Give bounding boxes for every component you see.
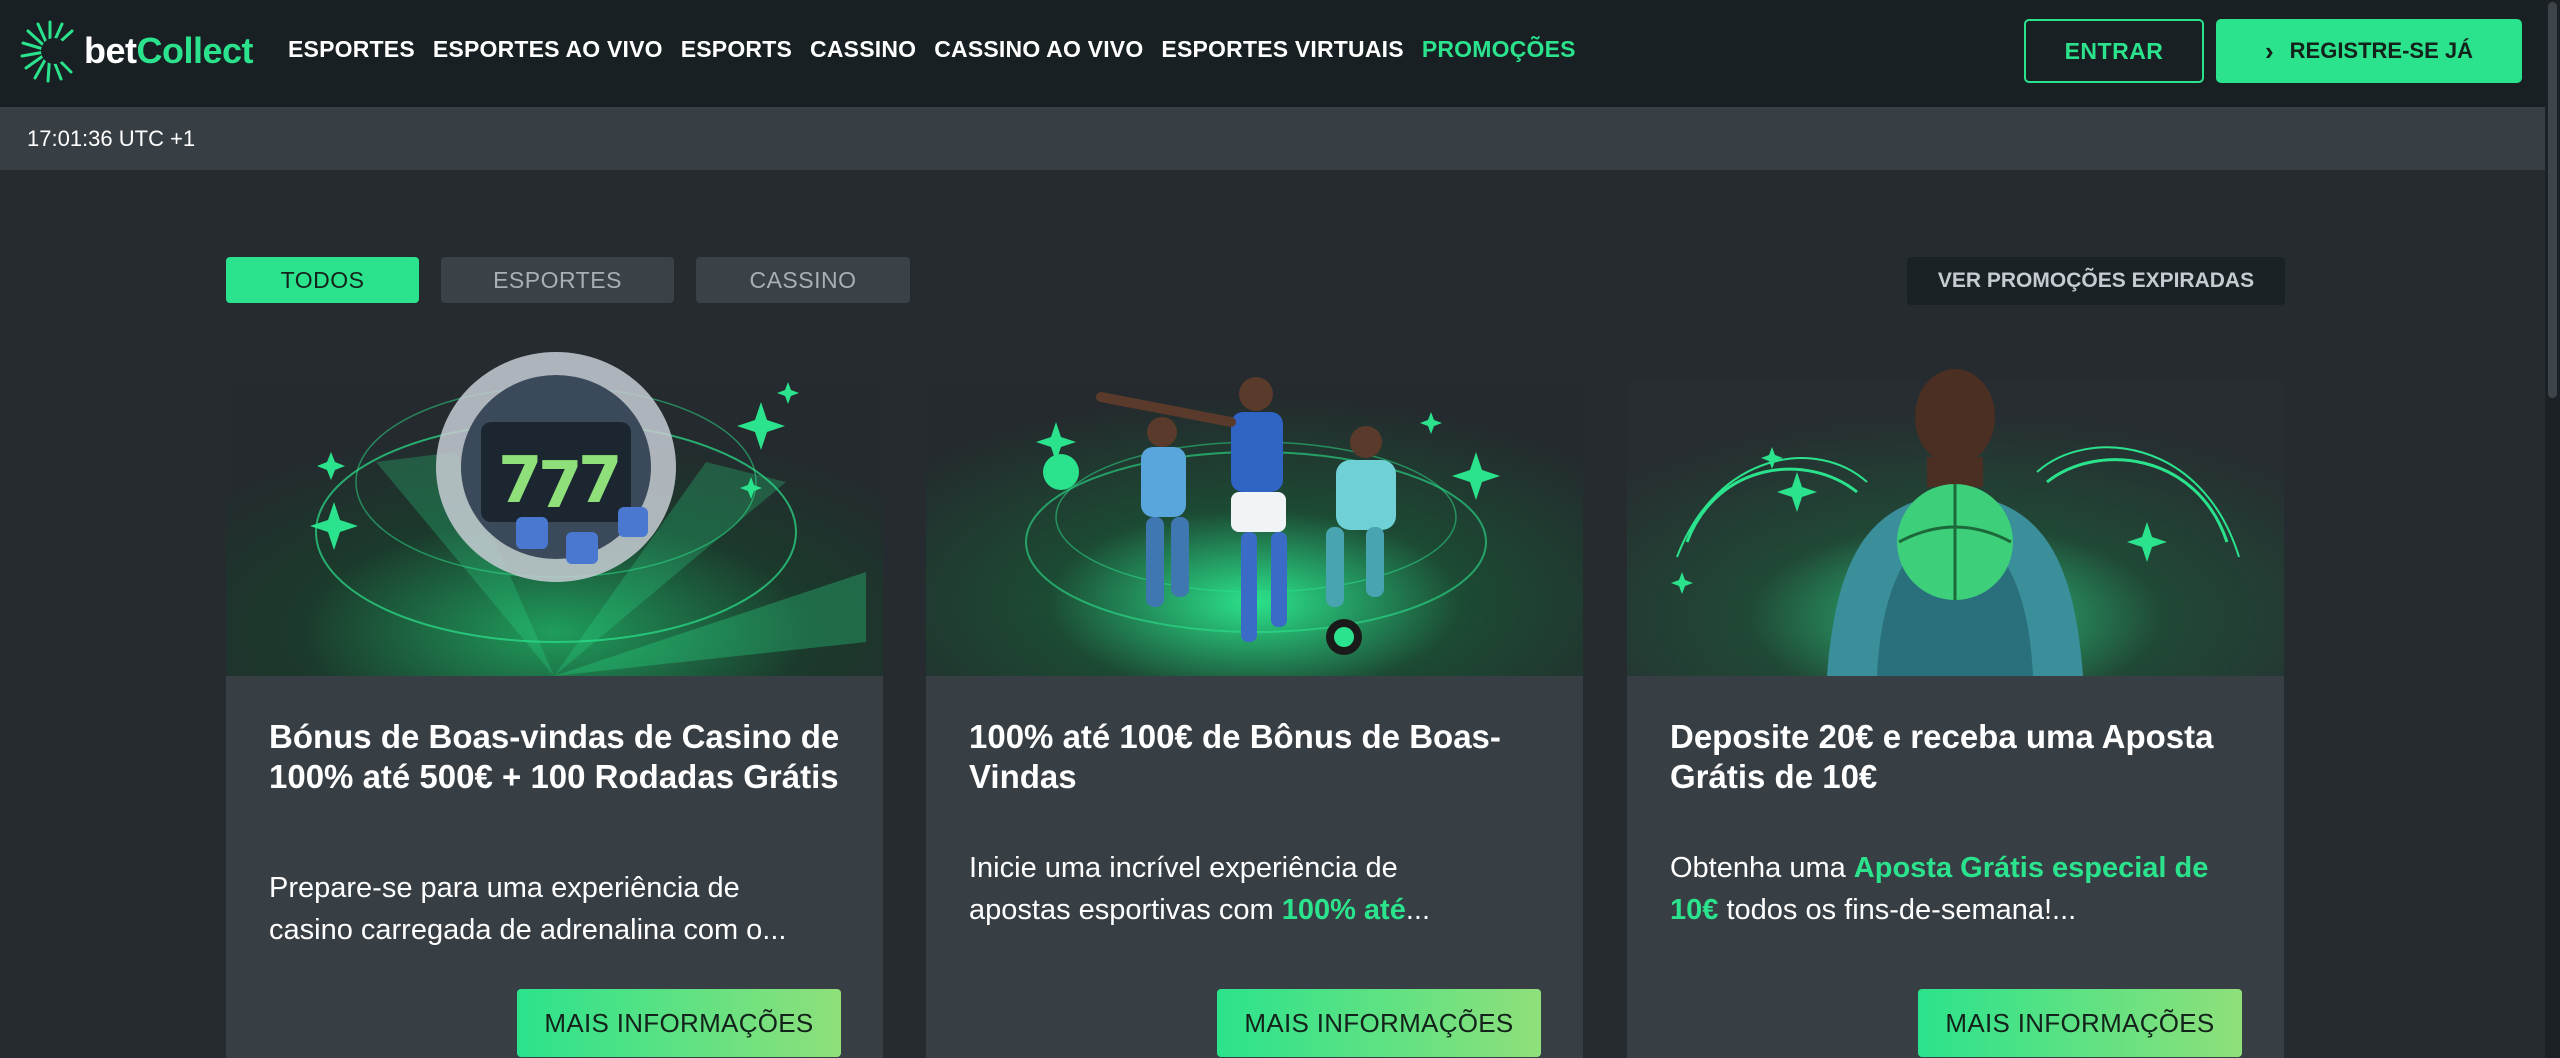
tab-todos[interactable]: TODOS (226, 257, 419, 303)
starburst-logo-icon (20, 20, 74, 83)
expired-promotions-button[interactable]: VER PROMOÇÕES EXPIRADAS (1907, 257, 2285, 305)
promo-image-slot-machine: 7 7 7 (226, 352, 883, 676)
promo-card-sports-welcome: 100% até 100€ de Bônus de Boas-Vindas In… (926, 377, 1583, 1058)
promo-description: Prepare-se para uma experiência de casin… (269, 867, 849, 951)
brand-logo[interactable]: betCollect (20, 18, 254, 84)
promo-description-line: Prepare-se para uma experiência de (269, 872, 740, 904)
football-players-illustration (926, 377, 1583, 676)
promo-title: 100% até 100€ de Bônus de Boas-Vindas (969, 718, 1501, 795)
more-info-button[interactable]: MAIS INFORMAÇÕES (517, 989, 841, 1057)
login-button[interactable]: ENTRAR (2024, 19, 2204, 83)
promo-card-casino-welcome: 7 7 7 Bónus de Boas-vindas de Casino de … (226, 352, 883, 1058)
main-nav: ESPORTES ESPORTES AO VIVO ESPORTS CASSIN… (288, 36, 1594, 63)
clock-display: 17:01:36 UTC +1 (27, 125, 196, 151)
more-info-button[interactable]: MAIS INFORMAÇÕES (1217, 989, 1541, 1057)
svg-text:7: 7 (578, 444, 623, 518)
slot-machine-illustration: 7 7 7 (226, 352, 883, 676)
time-bar: 17:01:36 UTC +1 (0, 107, 2545, 170)
brand-name: betCollect (84, 30, 254, 71)
nav-item-cassino-ao-vivo[interactable]: CASSINO AO VIVO (934, 36, 1143, 63)
chevron-right-icon: › (2264, 35, 2274, 66)
tab-esportes[interactable]: ESPORTES (441, 257, 674, 303)
promo-title: Deposite 20€ e receba uma Aposta Grátis … (1670, 718, 2214, 795)
svg-text:7: 7 (498, 444, 543, 518)
promo-filter-tabs: TODOS ESPORTES CASSINO (226, 257, 910, 303)
promo-highlight: 100% até (1281, 894, 1406, 926)
basketball-player-illustration (1627, 369, 2284, 676)
promo-description: Inicie uma incrível experiência de apost… (969, 847, 1549, 931)
nav-item-promocoes[interactable]: PROMOÇÕES (1422, 36, 1576, 63)
nav-item-esportes-ao-vivo[interactable]: ESPORTES AO VIVO (433, 36, 663, 63)
nav-item-esports[interactable]: ESPORTS (681, 36, 792, 63)
scrollbar-thumb[interactable] (2548, 2, 2557, 398)
register-button[interactable]: › REGISTRE-SE JÁ (2216, 19, 2522, 83)
promo-image-football-players (926, 377, 1583, 676)
promo-description-line: apostas esportivas com 100% até... (969, 894, 1431, 926)
more-info-button[interactable]: MAIS INFORMAÇÕES (1918, 989, 2242, 1057)
tab-cassino[interactable]: CASSINO (696, 257, 910, 303)
register-button-label: REGISTRE-SE JÁ (2289, 38, 2474, 63)
nav-item-esportes[interactable]: ESPORTES (288, 36, 415, 63)
nav-item-cassino[interactable]: CASSINO (810, 36, 916, 63)
nav-item-esportes-virtuais[interactable]: ESPORTES VIRTUAIS (1161, 36, 1403, 63)
promo-description-line: Inicie uma incrível experiência de (969, 852, 1398, 884)
promo-image-basketball-player (1627, 369, 2284, 676)
top-header: betCollect ESPORTES ESPORTES AO VIVO ESP… (0, 0, 2545, 107)
promo-title: Bónus de Boas-vindas de Casino de 100% a… (269, 718, 840, 795)
promo-description-line: casino carregada de adrenalina com o... (269, 914, 787, 946)
promo-card-free-bet: Deposite 20€ e receba uma Aposta Grátis … (1627, 369, 2284, 1058)
promo-description: Obtenha uma Aposta Grátis especial de 10… (1670, 852, 2209, 926)
svg-text:7: 7 (538, 449, 583, 523)
